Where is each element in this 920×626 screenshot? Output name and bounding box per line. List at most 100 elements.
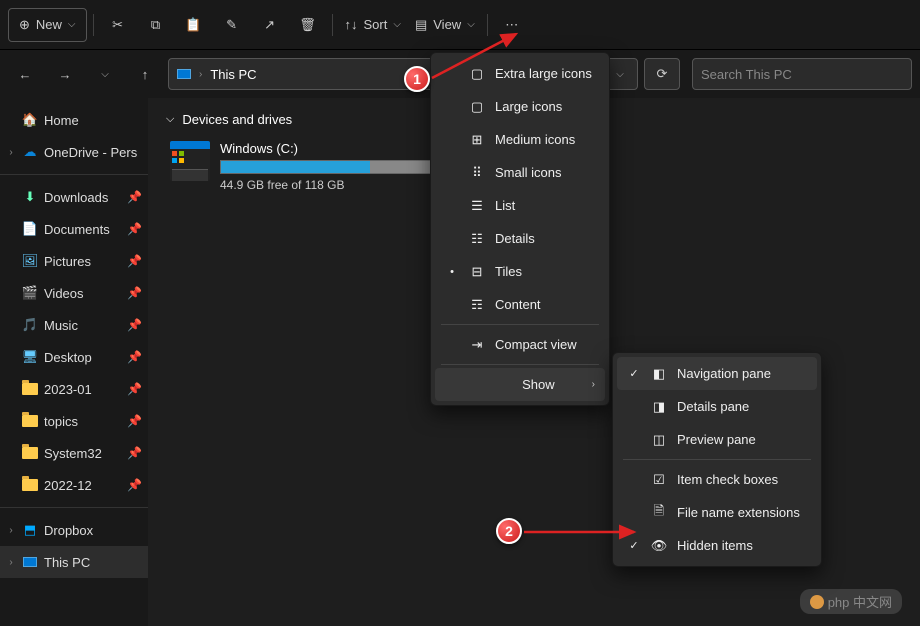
drive-name: Windows (C:) <box>220 141 462 156</box>
copy-icon: ⧉ <box>151 17 160 33</box>
copy-button[interactable]: ⧉ <box>138 8 174 42</box>
search-input[interactable] <box>701 67 903 82</box>
sidebar-item-label: Pictures <box>44 254 121 269</box>
view-button[interactable]: ▤ View ⌵ <box>409 8 481 42</box>
sidebar-item-videos[interactable]: 🎬 Videos 📌 <box>0 277 148 309</box>
dropbox-icon: ⬒ <box>22 522 38 538</box>
details-icon: ☷ <box>469 231 485 247</box>
sidebar-item-music[interactable]: 🎵 Music 📌 <box>0 309 148 341</box>
view-menu-compact[interactable]: ⇥ Compact view <box>435 328 605 361</box>
chevron-right-icon: › <box>592 379 595 390</box>
sidebar-item-documents[interactable]: 📄 Documents 📌 <box>0 213 148 245</box>
sidebar-item-thispc[interactable]: › This PC <box>0 546 148 578</box>
large-icons-icon: ▢ <box>469 99 485 115</box>
sidebar-item-label: Documents <box>44 222 121 237</box>
separator <box>487 14 488 36</box>
sidebar-item-label: Home <box>44 113 142 128</box>
show-menu-preview-pane[interactable]: ◫ Preview pane <box>617 423 817 456</box>
pin-icon: 📌 <box>127 382 142 396</box>
pin-icon: 📌 <box>127 254 142 268</box>
watermark: php 中文网 <box>800 589 902 614</box>
drive-info: Windows (C:) 44.9 GB free of 118 GB <box>220 141 462 192</box>
menu-label: Content <box>495 297 595 312</box>
menu-label: Show <box>495 377 582 392</box>
sidebar-item-label: 2023-01 <box>44 382 121 397</box>
rename-button[interactable]: ✎ <box>214 8 250 42</box>
sidebar-item-onedrive[interactable]: › ☁ OneDrive - Pers <box>0 136 148 168</box>
pin-icon: 📌 <box>127 286 142 300</box>
delete-button[interactable]: 🗑 <box>290 8 326 42</box>
pc-icon <box>177 69 191 79</box>
view-menu-large[interactable]: ▢ Large icons <box>435 90 605 123</box>
group-title: Devices and drives <box>182 112 292 127</box>
eye-icon: 👁 <box>651 538 667 554</box>
small-icons-icon: ⠿ <box>469 165 485 181</box>
view-menu-tiles[interactable]: • ⊟ Tiles <box>435 255 605 288</box>
medium-icons-icon: ⊞ <box>469 132 485 148</box>
sidebar-item-downloads[interactable]: ⬇ Downloads 📌 <box>0 181 148 213</box>
menu-label: File name extensions <box>677 505 807 520</box>
cut-icon: ✂ <box>112 17 123 33</box>
sidebar-item-desktop[interactable]: 🖥 Desktop 📌 <box>0 341 148 373</box>
sidebar-item-system32[interactable]: System32 📌 <box>0 437 148 469</box>
show-menu-hidden-items[interactable]: ✓ 👁 Hidden items <box>617 529 817 562</box>
menu-label: Item check boxes <box>677 472 807 487</box>
more-button[interactable]: ⋯ <box>494 8 530 42</box>
navigation-pane-icon: ◧ <box>651 366 667 382</box>
view-menu-content[interactable]: ☶ Content <box>435 288 605 321</box>
menu-label: Details <box>495 231 595 246</box>
show-menu-navigation-pane[interactable]: ✓ ◧ Navigation pane <box>617 357 817 390</box>
cloud-icon: ☁ <box>22 144 38 160</box>
pc-icon <box>22 554 38 570</box>
back-button[interactable]: ← <box>8 57 42 91</box>
folder-icon <box>22 445 38 461</box>
menu-label: Medium icons <box>495 132 595 147</box>
view-menu-extra-large[interactable]: ▢ Extra large icons <box>435 57 605 90</box>
new-button[interactable]: ⊕ New ⌵ <box>8 8 87 42</box>
sidebar-item-label: OneDrive - Pers <box>44 145 142 160</box>
file-icon: 🗎 <box>651 502 667 524</box>
callout-badge-1: 1 <box>404 66 430 92</box>
search-box[interactable] <box>692 58 912 90</box>
pin-icon: 📌 <box>127 446 142 460</box>
show-menu-details-pane[interactable]: ◨ Details pane <box>617 390 817 423</box>
view-menu-medium[interactable]: ⊞ Medium icons <box>435 123 605 156</box>
check-icon: ✓ <box>627 539 641 552</box>
compact-icon: ⇥ <box>469 337 485 353</box>
show-menu-item-check-boxes[interactable]: ☑ Item check boxes <box>617 463 817 496</box>
menu-label: Small icons <box>495 165 595 180</box>
menu-label: Large icons <box>495 99 595 114</box>
chevron-down-icon: ⌵ <box>166 113 174 126</box>
sort-icon: ↑↓ <box>345 17 358 32</box>
list-icon: ☰ <box>469 198 485 214</box>
view-menu: ▢ Extra large icons ▢ Large icons ⊞ Medi… <box>430 52 610 406</box>
recent-button[interactable]: ⌵ <box>88 57 122 91</box>
view-menu-list[interactable]: ☰ List <box>435 189 605 222</box>
sidebar-item-2022-12[interactable]: 2022-12 📌 <box>0 469 148 501</box>
forward-button[interactable]: → <box>48 57 82 91</box>
paste-button[interactable]: 📋 <box>176 8 212 42</box>
show-menu-file-name-extensions[interactable]: 🗎 File name extensions <box>617 496 817 529</box>
sidebar-item-topics[interactable]: topics 📌 <box>0 405 148 437</box>
more-icon: ⋯ <box>505 17 518 33</box>
refresh-button[interactable]: ⟳ <box>644 58 680 90</box>
sort-button[interactable]: ↑↓ Sort ⌵ <box>339 8 407 42</box>
sidebar-item-2023-01[interactable]: 2023-01 📌 <box>0 373 148 405</box>
share-button[interactable]: ↗ <box>252 8 288 42</box>
breadcrumb-chevron-icon: › <box>199 69 202 80</box>
expand-icon: › <box>6 525 16 536</box>
view-menu-show[interactable]: Show › <box>435 368 605 401</box>
separator <box>93 14 94 36</box>
view-menu-small[interactable]: ⠿ Small icons <box>435 156 605 189</box>
view-menu-details[interactable]: ☷ Details <box>435 222 605 255</box>
documents-icon: 📄 <box>22 221 38 237</box>
sidebar-item-home[interactable]: 🏠 Home <box>0 104 148 136</box>
drive-tile-c[interactable]: Windows (C:) 44.9 GB free of 118 GB <box>166 137 466 196</box>
folder-icon <box>22 477 38 493</box>
sidebar-item-dropbox[interactable]: › ⬒ Dropbox <box>0 514 148 546</box>
up-button[interactable]: ↑ <box>128 57 162 91</box>
cut-button[interactable]: ✂ <box>100 8 136 42</box>
pin-icon: 📌 <box>127 222 142 236</box>
sidebar-item-pictures[interactable]: 🖼 Pictures 📌 <box>0 245 148 277</box>
show-submenu: ✓ ◧ Navigation pane ◨ Details pane ◫ Pre… <box>612 352 822 567</box>
